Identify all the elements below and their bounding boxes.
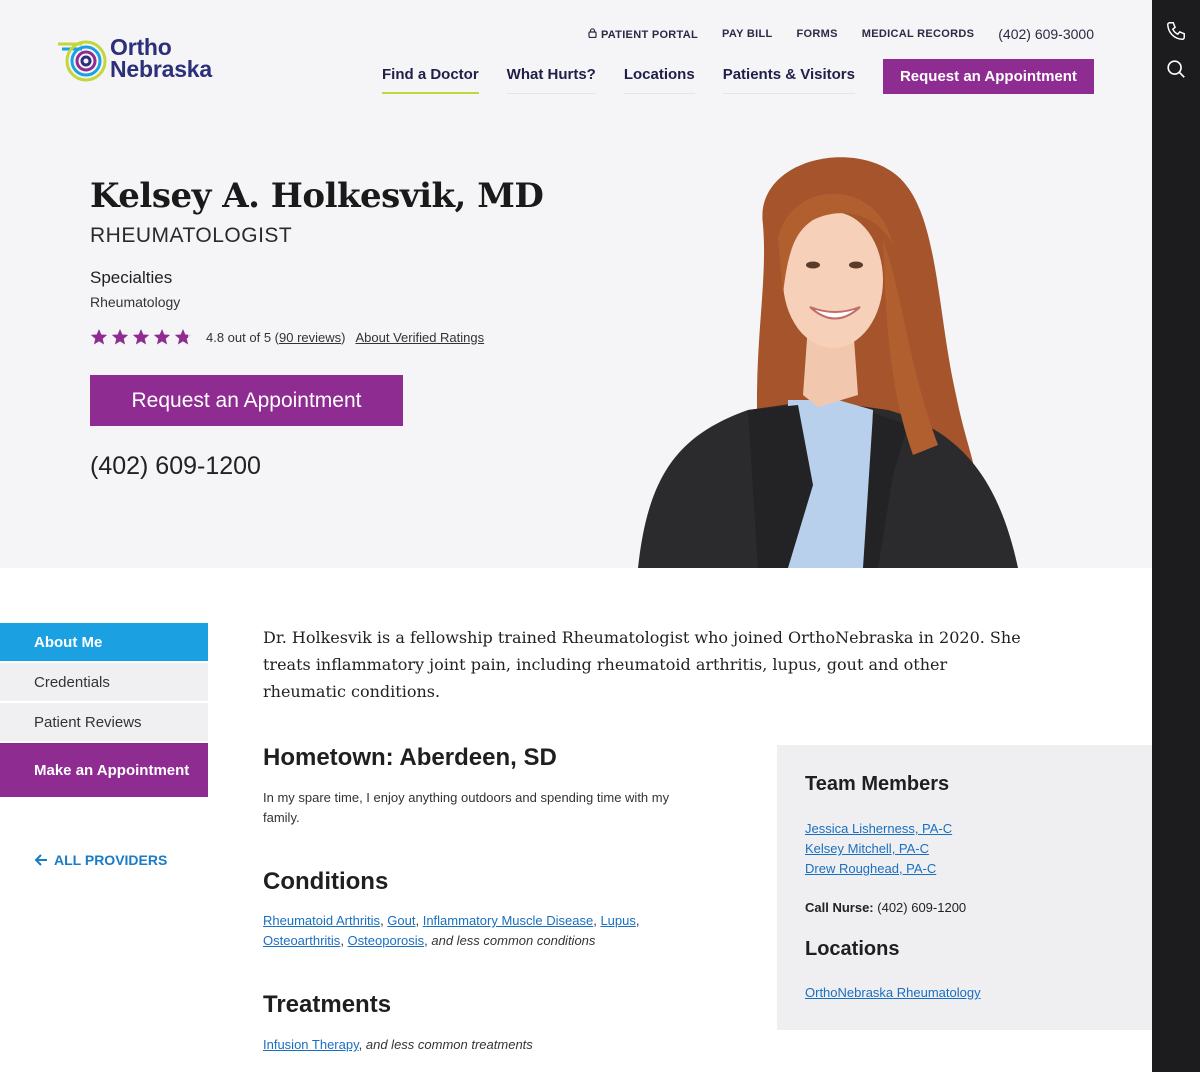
forms-link[interactable]: FORMS xyxy=(797,28,838,40)
nav-find-a-doctor[interactable]: Find a Doctor xyxy=(382,58,479,94)
call-nurse: Call Nurse: (402) 609-1200 xyxy=(805,900,966,915)
sidebar-item-make-appointment[interactable]: Make an Appointment xyxy=(0,743,208,797)
conditions-suffix: and less common conditions xyxy=(431,933,596,948)
locations-list: OrthoNebraska Rheumatology xyxy=(805,985,981,1000)
star-rating xyxy=(90,328,192,346)
rating-row: 4.8 out of 5 (90 reviews) About Verified… xyxy=(90,328,484,346)
star-icon xyxy=(132,329,150,345)
condition-link[interactable]: Gout xyxy=(387,913,415,928)
logo-wordmark: Ortho Nebraska xyxy=(110,34,212,82)
logo-line-2: Nebraska xyxy=(110,56,212,82)
team-members-heading: Team Members xyxy=(805,773,950,795)
team-panel: Team Members Jessica Lisherness, PA-C Ke… xyxy=(777,745,1152,1030)
pay-bill-link[interactable]: PAY BILL xyxy=(722,28,773,40)
nav-locations[interactable]: Locations xyxy=(623,58,695,94)
call-nurse-label: Call Nurse: xyxy=(805,900,874,915)
sidebar-item-about-me[interactable]: About Me xyxy=(0,623,208,661)
team-member-link[interactable]: Drew Roughead, PA-C xyxy=(805,859,952,879)
treatments-suffix: and less common treatments xyxy=(365,1037,533,1052)
conditions-heading: Conditions xyxy=(263,868,389,895)
conditions-list: Rheumatoid Arthritis, Gout, Inflammatory… xyxy=(263,913,640,948)
doctor-intro: Dr. Holkesvik is a fellowship trained Rh… xyxy=(263,628,1021,701)
medical-records-link[interactable]: MEDICAL RECORDS xyxy=(862,28,974,40)
utility-nav: PATIENT PORTAL PAY BILL FORMS MEDICAL RE… xyxy=(588,26,1094,42)
sidebar-item-credentials[interactable]: Credentials xyxy=(0,663,208,701)
doctor-portrait xyxy=(638,157,1018,568)
patient-portal-link[interactable]: PATIENT PORTAL xyxy=(588,27,699,41)
patient-portal-label: PATIENT PORTAL xyxy=(600,28,699,41)
request-appointment-button[interactable]: Request an Appointment xyxy=(90,375,403,426)
star-icon xyxy=(153,329,171,345)
main-phone-link[interactable]: (402) 609-3000 xyxy=(998,26,1094,42)
treatments-list: Infusion Therapy, and less common treatm… xyxy=(263,1037,533,1052)
locations-heading: Locations xyxy=(805,938,900,960)
doctor-role: RHEUMATOLOGIST xyxy=(90,224,293,247)
specialties-value: Rheumatology xyxy=(90,294,181,310)
call-nurse-phone[interactable]: (402) 609-1200 xyxy=(877,900,966,915)
location-link[interactable]: OrthoNebraska Rheumatology xyxy=(805,985,981,1000)
star-icon xyxy=(90,329,108,345)
arrow-left-icon xyxy=(34,854,47,866)
star-icon xyxy=(174,329,192,345)
team-member-link[interactable]: Kelsey Mitchell, PA-C xyxy=(805,839,952,859)
condition-link[interactable]: Rheumatoid Arthritis xyxy=(263,913,380,928)
treatments-heading: Treatments xyxy=(263,991,392,1018)
rating-text: 4.8 out of 5 ( xyxy=(206,329,279,345)
doctor-name: Kelsey A. Holkesvik, MD xyxy=(90,176,544,216)
doctor-phone[interactable]: (402) 609-1200 xyxy=(90,452,261,481)
specialties-heading: Specialties xyxy=(90,268,173,287)
team-member-link[interactable]: Jessica Lisherness, PA-C xyxy=(805,819,952,839)
nav-patients-visitors[interactable]: Patients & Visitors xyxy=(722,58,855,94)
all-providers-link[interactable]: ALL PROVIDERS xyxy=(34,852,167,868)
search-icon[interactable] xyxy=(1165,58,1187,80)
condition-link[interactable]: Osteoarthritis xyxy=(263,933,340,948)
phone-icon[interactable] xyxy=(1165,20,1187,42)
rating-close: ) xyxy=(341,329,346,345)
logo-line-1: Ortho xyxy=(110,34,172,60)
condition-link[interactable]: Osteoporosis xyxy=(348,933,425,948)
condition-link[interactable]: Lupus xyxy=(600,913,635,928)
profile-sidebar: About Me Credentials Patient Reviews Mak… xyxy=(0,623,208,799)
lock-icon xyxy=(588,27,597,38)
reviews-link[interactable]: 90 reviews xyxy=(279,330,341,345)
sidebar-item-patient-reviews[interactable]: Patient Reviews xyxy=(0,703,208,741)
treatment-link[interactable]: Infusion Therapy xyxy=(263,1037,359,1052)
orthonebraska-logo[interactable]: Ortho Nebraska xyxy=(56,36,256,88)
hometown-text: In my spare time, I enjoy anything outdo… xyxy=(263,790,670,825)
main-nav: Find a Doctor What Hurts? Locations Pati… xyxy=(382,58,1094,94)
hometown-heading: Hometown: Aberdeen, SD xyxy=(263,744,557,771)
star-icon xyxy=(111,329,129,345)
logo-mark-icon xyxy=(58,40,107,82)
nav-what-hurts[interactable]: What Hurts? xyxy=(506,58,596,94)
about-verified-ratings-link[interactable]: About Verified Ratings xyxy=(355,330,484,345)
team-members-list: Jessica Lisherness, PA-C Kelsey Mitchell… xyxy=(805,819,952,879)
right-utility-rail xyxy=(1152,0,1200,1072)
hero-section: Ortho Nebraska PATIENT PORTAL PAY BILL F… xyxy=(0,0,1152,568)
all-providers-label: ALL PROVIDERS xyxy=(54,852,168,868)
condition-link[interactable]: Inflammatory Muscle Disease xyxy=(423,913,594,928)
nav-request-appointment-button[interactable]: Request an Appointment xyxy=(882,58,1094,94)
